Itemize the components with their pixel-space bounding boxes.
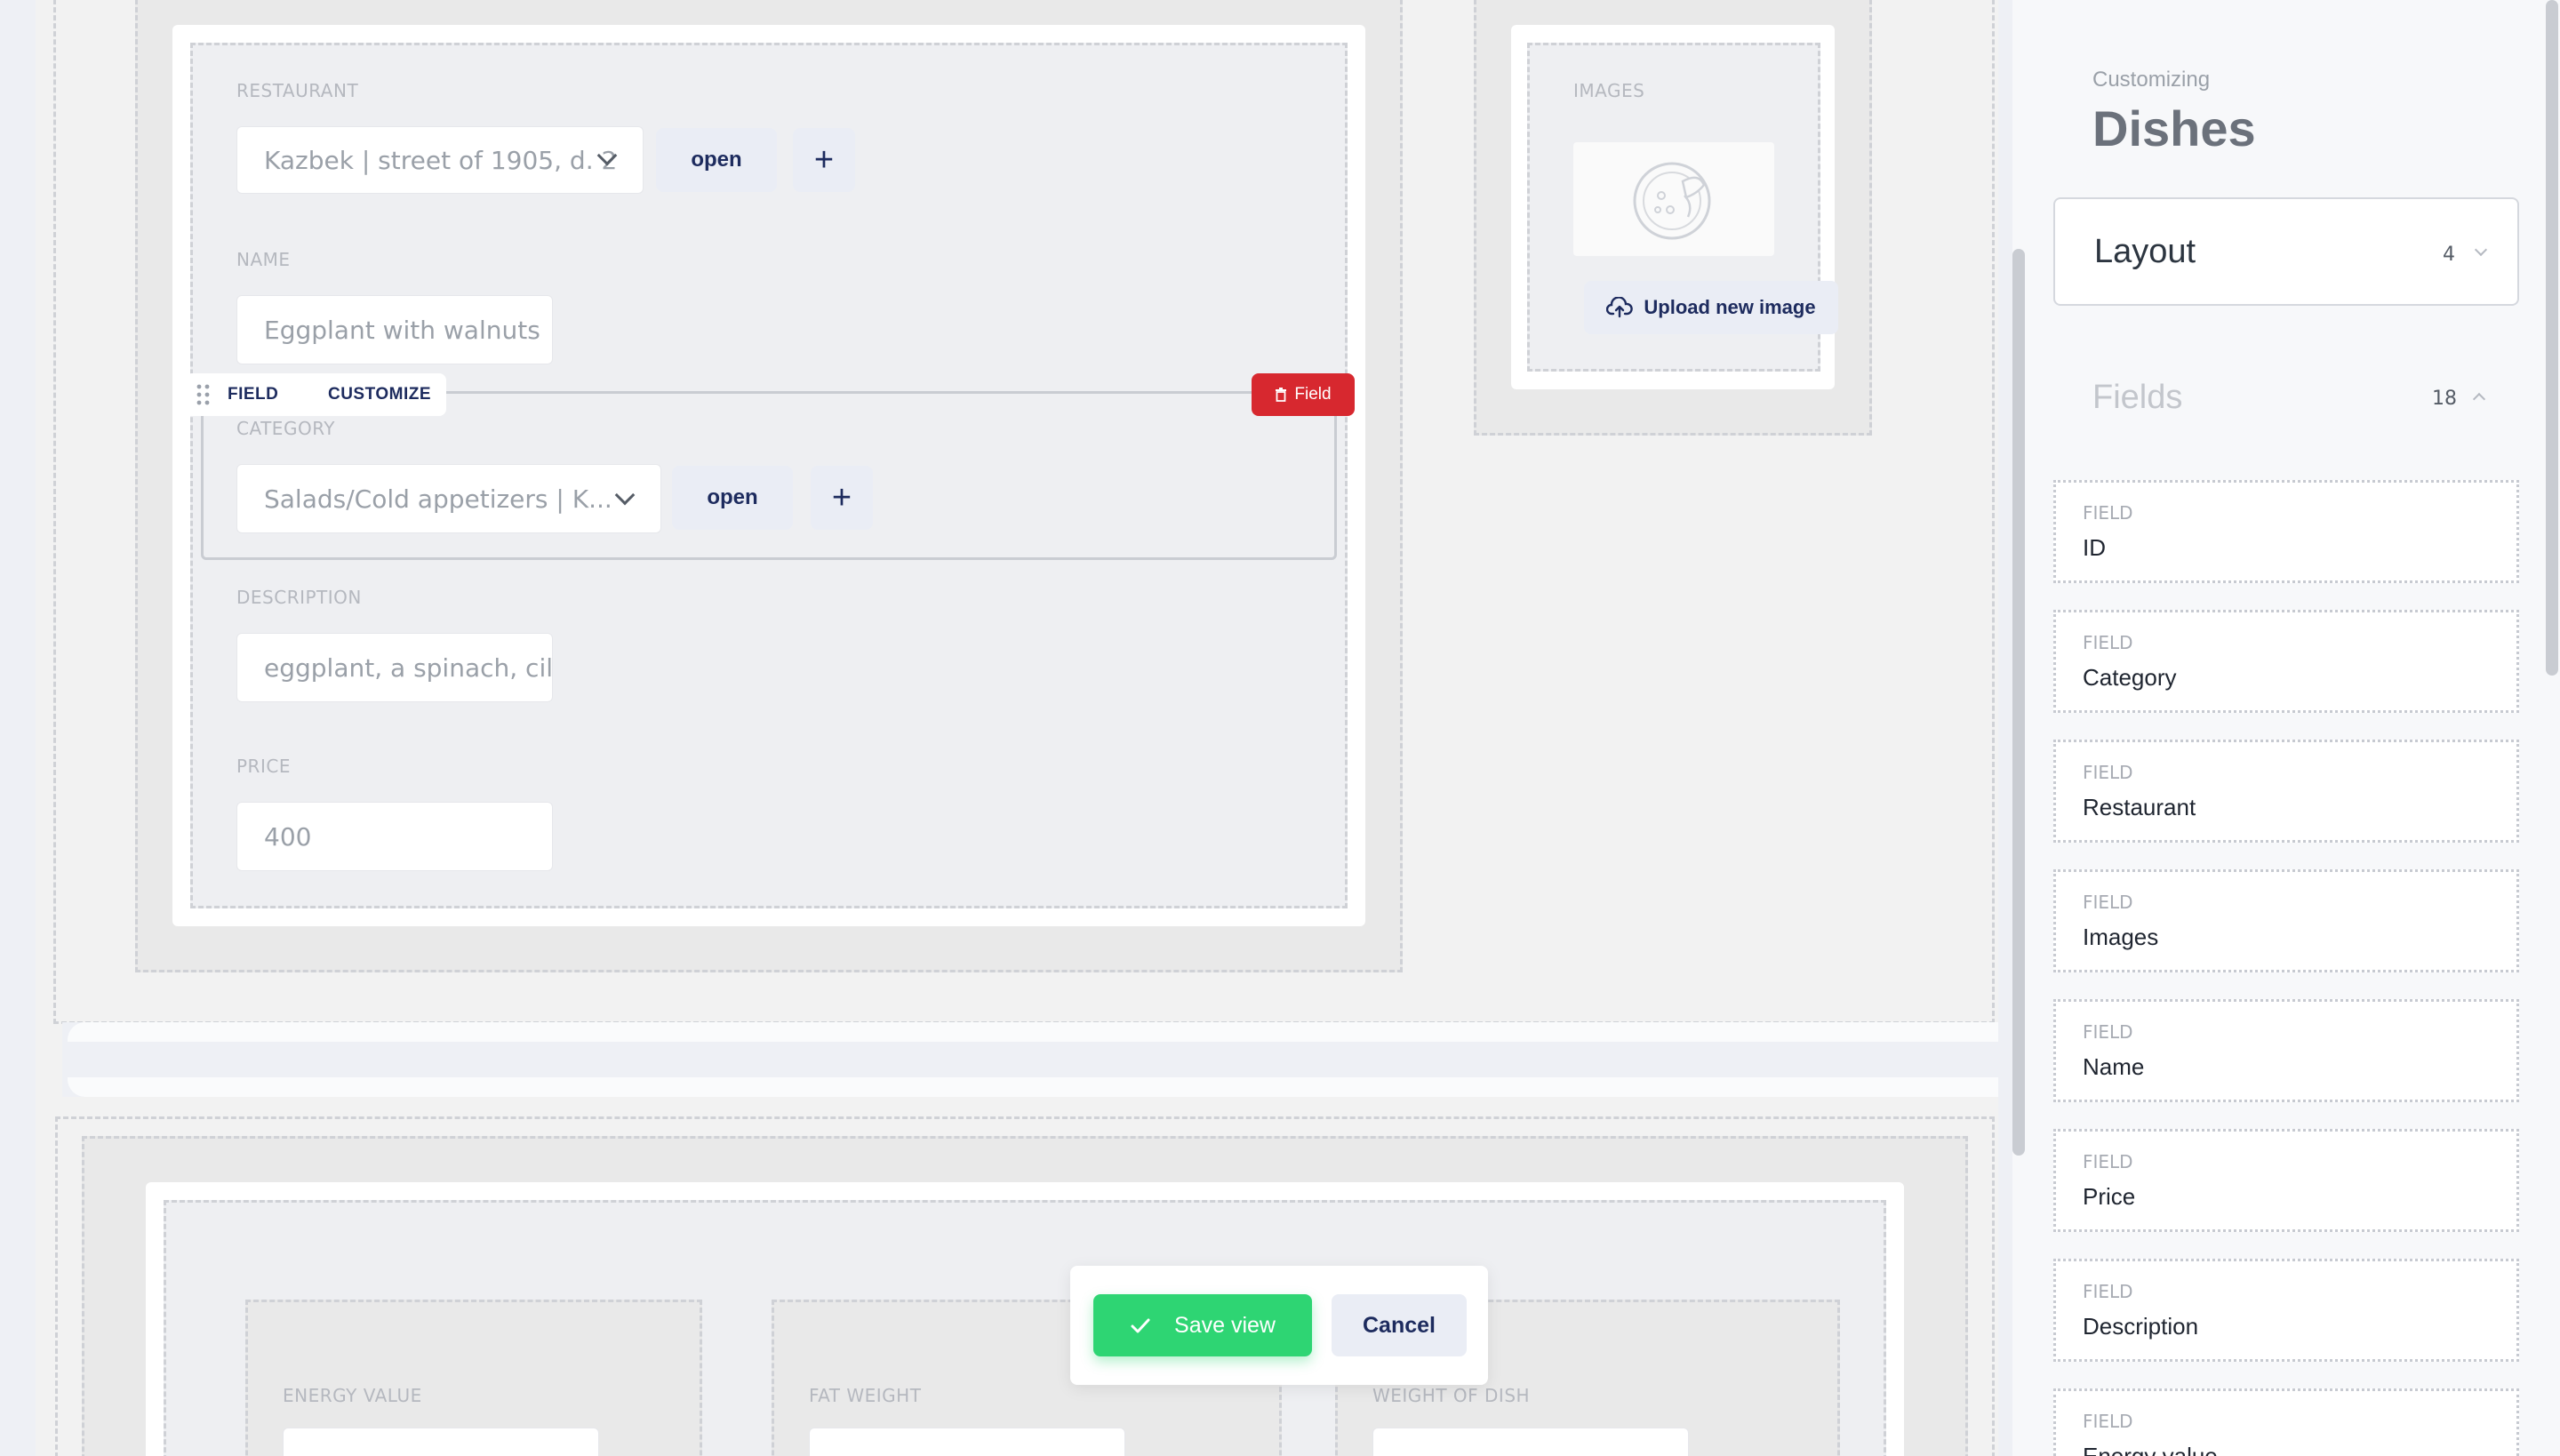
field-caption: FIELD — [2083, 1021, 2133, 1043]
section-divider-edge — [68, 1022, 1998, 1042]
fields-section-toggle[interactable]: Fields 18 — [2053, 356, 2519, 444]
description-input[interactable]: eggplant, a spinach, cil — [236, 633, 553, 702]
field-name: Restaurant — [2083, 794, 2196, 820]
layout-editor-canvas: RESTAURANT Kazbek | street of 1905, d. 2… — [36, 0, 1998, 1456]
panel-scrollbar[interactable] — [2546, 0, 2558, 676]
field-name: Category — [2083, 664, 2177, 691]
category-add-button[interactable]: + — [811, 466, 873, 530]
fat-label: FAT WEIGHT — [809, 1385, 922, 1406]
save-view-button[interactable]: Save view — [1093, 1294, 1312, 1356]
weight-input[interactable] — [1372, 1428, 1689, 1456]
description-label: DESCRIPTION — [236, 587, 362, 608]
sidebar-field-energy-value[interactable]: FIELD Energy value — [2053, 1388, 2519, 1456]
layout-section-toggle[interactable]: Layout 4 — [2053, 197, 2519, 306]
sidebar-field-price[interactable]: FIELD Price — [2053, 1129, 2519, 1232]
price-input[interactable]: 400 — [236, 802, 553, 871]
field-name: Images — [2083, 924, 2159, 950]
field-name: Energy value — [2083, 1443, 2218, 1456]
upload-image-button[interactable]: Upload new image — [1584, 281, 1838, 334]
customize-button[interactable]: CUSTOMIZE — [313, 373, 446, 416]
restaurant-label: RESTAURANT — [236, 80, 359, 101]
chevron-down-icon — [614, 484, 636, 506]
restaurant-add-button[interactable]: + — [793, 128, 855, 192]
field-caption: FIELD — [2083, 1411, 2133, 1432]
category-label: CATEGORY — [236, 418, 336, 439]
panel-subtitle: Customizing — [2092, 68, 2211, 92]
fields-label: Fields — [2092, 379, 2183, 416]
field-caption: FIELD — [2083, 762, 2133, 783]
price-label: PRICE — [236, 756, 291, 777]
layout-label: Layout — [2094, 233, 2196, 270]
weight-label: WEIGHT OF DISH — [1372, 1385, 1531, 1406]
fat-input[interactable] — [809, 1428, 1125, 1456]
panel-title: Dishes — [2092, 100, 2256, 156]
field-caption: FIELD — [2083, 632, 2133, 653]
chevron-down-icon — [2474, 243, 2488, 257]
layout-count: 4 — [2443, 244, 2455, 266]
sidebar-field-category[interactable]: FIELD Category — [2053, 610, 2519, 713]
save-view-label: Save view — [1174, 1312, 1276, 1338]
fields-count: 18 — [2432, 388, 2457, 410]
chevron-up-icon — [2472, 392, 2486, 406]
dish-placeholder-icon — [1633, 162, 1711, 240]
section-divider-edge-bottom — [68, 1077, 1998, 1097]
field-name: Description — [2083, 1313, 2199, 1340]
sidebar-field-description[interactable]: FIELD Description — [2053, 1259, 2519, 1362]
field-drag-tag[interactable]: FIELD — [185, 373, 334, 416]
delete-field-button[interactable]: Field — [1252, 373, 1355, 416]
canvas-scrollbar[interactable] — [2012, 249, 2025, 1156]
name-input-value: Eggplant with walnuts — [264, 315, 540, 345]
drag-handle-icon — [196, 384, 210, 405]
field-tag-label: FIELD — [228, 385, 279, 404]
sidebar-field-restaurant[interactable]: FIELD Restaurant — [2053, 740, 2519, 843]
field-name: Name — [2083, 1053, 2145, 1080]
restaurant-select-value: Kazbek | street of 1905, d. 2 — [264, 145, 618, 175]
delete-field-label: Field — [1294, 385, 1332, 404]
upload-image-label: Upload new image — [1644, 296, 1816, 318]
app-left-strip — [0, 0, 36, 1456]
sidebar-field-name[interactable]: FIELD Name — [2053, 999, 2519, 1102]
sidebar-field-images[interactable]: FIELD Images — [2053, 869, 2519, 972]
field-name: ID — [2083, 534, 2106, 561]
category-open-button[interactable]: open — [672, 466, 793, 530]
field-caption: FIELD — [2083, 502, 2133, 524]
field-caption: FIELD — [2083, 1281, 2133, 1302]
price-input-value: 400 — [264, 821, 312, 852]
trash-icon — [1276, 388, 1287, 402]
sidebar-field-id[interactable]: FIELD ID — [2053, 480, 2519, 583]
name-input[interactable]: Eggplant with walnuts — [236, 295, 553, 364]
restaurant-open-button[interactable]: open — [656, 128, 777, 192]
image-thumbnail[interactable] — [1573, 142, 1774, 256]
description-input-value: eggplant, a spinach, cil — [264, 652, 553, 683]
field-caption: FIELD — [2083, 1151, 2133, 1172]
images-label: IMAGES — [1573, 80, 1645, 101]
energy-input[interactable] — [283, 1428, 599, 1456]
field-caption: FIELD — [2083, 892, 2133, 913]
category-select[interactable]: Salads/Cold appetizers | K... — [236, 464, 661, 533]
field-name: Price — [2083, 1183, 2136, 1210]
category-select-value: Salads/Cold appetizers | K... — [264, 484, 612, 514]
cloud-upload-icon — [1606, 297, 1634, 318]
restaurant-select[interactable]: Kazbek | street of 1905, d. 2 — [236, 126, 644, 194]
check-icon — [1131, 1318, 1150, 1333]
cancel-button[interactable]: Cancel — [1332, 1294, 1467, 1356]
name-label: NAME — [236, 249, 291, 270]
energy-label: ENERGY VALUE — [283, 1385, 422, 1406]
